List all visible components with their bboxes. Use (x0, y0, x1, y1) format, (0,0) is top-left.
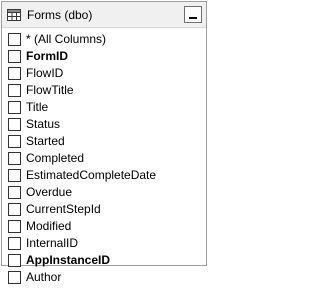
column-row-all-columns[interactable]: * (All Columns) (2, 31, 206, 48)
column-row-flowtitle[interactable]: FlowTitle (2, 82, 206, 99)
column-row-formid[interactable]: FormID (2, 48, 206, 65)
column-row-estimatedcompletedate[interactable]: EstimatedCompleteDate (2, 167, 206, 184)
column-row-title[interactable]: Title (2, 99, 206, 116)
column-checkbox[interactable] (8, 203, 21, 216)
column-checkbox[interactable] (8, 271, 21, 284)
column-checkbox[interactable] (8, 220, 21, 233)
column-checkbox[interactable] (8, 50, 21, 63)
column-checkbox[interactable] (8, 118, 21, 131)
column-checkbox[interactable] (8, 101, 21, 114)
column-row-internalid[interactable]: InternalID (2, 235, 206, 252)
column-checkbox[interactable] (8, 67, 21, 80)
column-label: FormID (26, 49, 68, 63)
column-label: Title (26, 100, 49, 114)
minimize-button[interactable] (184, 6, 202, 23)
column-label: Modified (26, 219, 72, 233)
column-row-currentstepid[interactable]: CurrentStepId (2, 201, 206, 218)
column-checkbox[interactable] (8, 84, 21, 97)
column-row-started[interactable]: Started (2, 133, 206, 150)
column-label: FlowTitle (26, 83, 74, 97)
column-label: AppInstanceID (26, 253, 111, 267)
column-label: Author (26, 270, 62, 284)
column-label: Overdue (26, 185, 73, 199)
column-label: FlowID (26, 66, 64, 80)
column-label: * (All Columns) (26, 32, 107, 46)
column-label: Started (26, 134, 65, 148)
column-checkbox[interactable] (8, 254, 21, 267)
column-checkbox[interactable] (8, 169, 21, 182)
column-row-modified[interactable]: Modified (2, 218, 206, 235)
column-row-completed[interactable]: Completed (2, 150, 206, 167)
panel-titlebar[interactable]: Forms (dbo) (2, 2, 206, 28)
column-row-status[interactable]: Status (2, 116, 206, 133)
column-row-appinstanceid[interactable]: AppInstanceID (2, 252, 206, 269)
column-checkbox[interactable] (8, 237, 21, 250)
column-checkbox[interactable] (8, 152, 21, 165)
minimize-icon (189, 17, 197, 19)
column-label: CurrentStepId (26, 202, 101, 216)
column-row-flowid[interactable]: FlowID (2, 65, 206, 82)
table-panel: Forms (dbo) * (All Columns) FormID FlowI… (1, 1, 207, 284)
column-checkbox[interactable] (8, 33, 21, 46)
column-row-overdue[interactable]: Overdue (2, 184, 206, 201)
column-checkbox[interactable] (8, 186, 21, 199)
column-label: Completed (26, 151, 85, 165)
column-list: * (All Columns) FormID FlowID FlowTitle … (2, 31, 206, 286)
column-checkbox[interactable] (8, 135, 21, 148)
column-label: InternalID (26, 236, 79, 250)
column-row-author[interactable]: Author (2, 269, 206, 286)
column-label: EstimatedCompleteDate (26, 168, 157, 182)
table-icon (7, 9, 21, 21)
panel-title: Forms (dbo) (27, 8, 93, 22)
column-label: Status (26, 117, 61, 131)
